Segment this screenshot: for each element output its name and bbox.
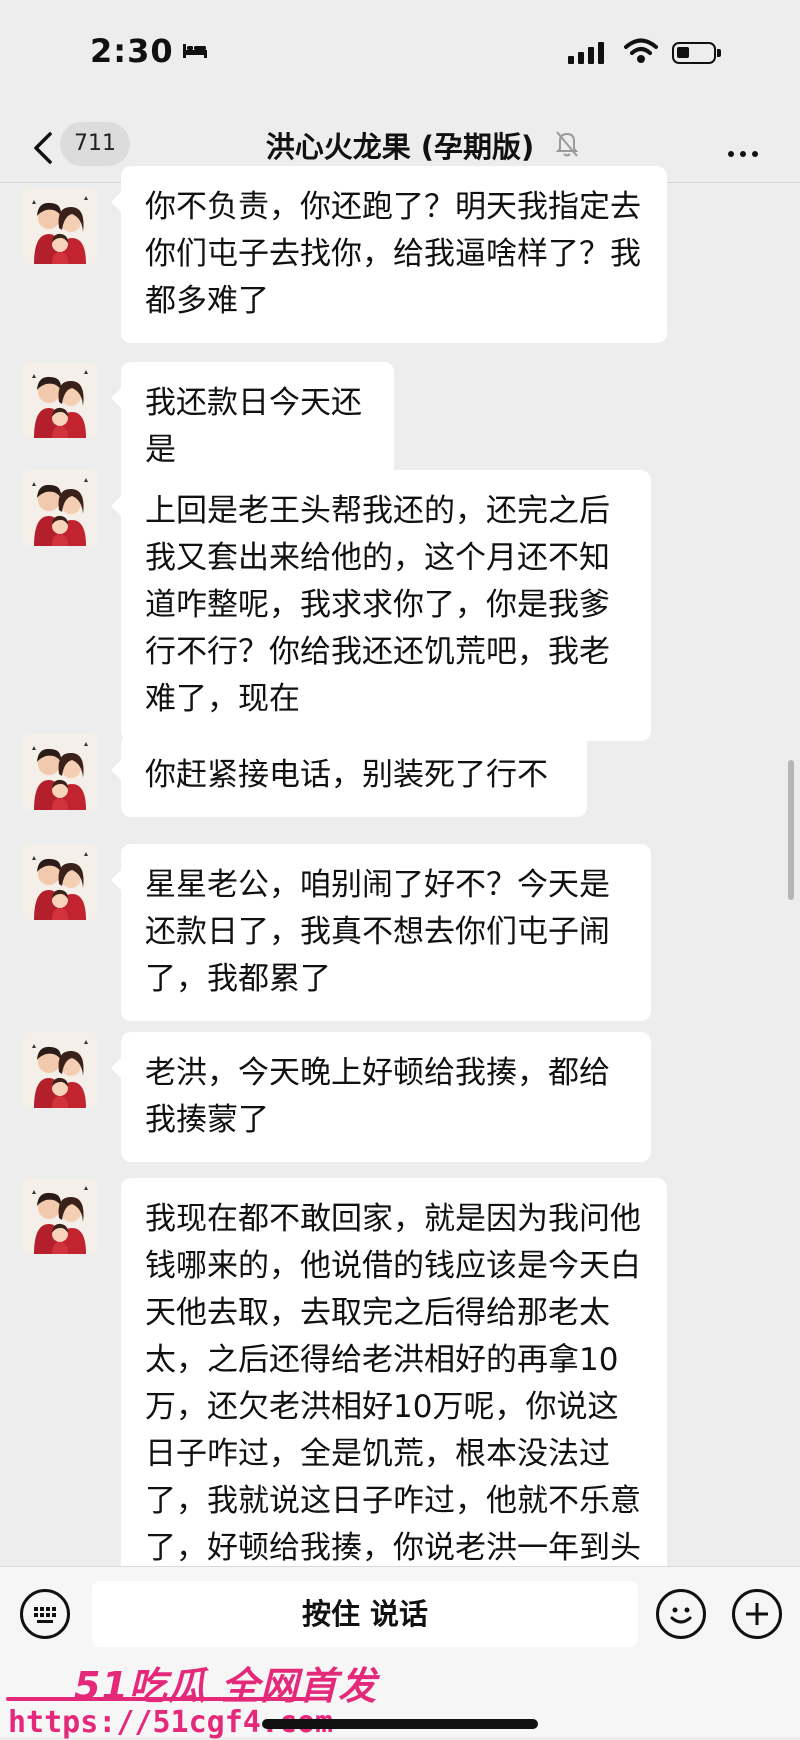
more-actions-button[interactable] — [732, 1589, 782, 1639]
avatar[interactable] — [22, 188, 98, 264]
avatar[interactable] — [22, 844, 98, 920]
watermark-title: 51吃瓜 全网首发 — [74, 1664, 378, 1708]
message-bubble[interactable]: 你赶紧接电话，别装死了行不 — [111, 734, 587, 817]
input-bar: 按住 说话 51吃瓜 全网首发 https://51cgf4.com — [0, 1566, 800, 1740]
cellular-signal-icon — [568, 42, 604, 64]
plus-icon — [746, 1603, 768, 1625]
battery-icon — [672, 42, 721, 64]
status-bar: 2:30 — [0, 0, 800, 110]
status-time: 2:30 — [90, 32, 174, 70]
hold-to-talk-button[interactable]: 按住 说话 — [92, 1581, 638, 1647]
keyboard-icon — [34, 1607, 56, 1623]
smiley-icon — [670, 1607, 692, 1624]
message-bubble[interactable]: 老洪，今天晚上好顿给我揍，都给我揍蒙了 — [111, 1032, 651, 1162]
chat-title: 洪心火龙果 (孕期版) — [265, 130, 535, 164]
scrollbar[interactable] — [788, 760, 794, 900]
more-options-icon[interactable] — [728, 142, 764, 161]
avatar[interactable] — [22, 734, 98, 810]
message-bubble[interactable]: 你不负责，你还跑了？明天我指定去你们屯子去找你，给我逼啥样了？我都多难了 — [111, 166, 667, 343]
message-bubble[interactable]: 我现在都不敢回家，就是因为我问他钱哪来的，他说借的钱应该是今天白天他去取，去取完… — [121, 1178, 667, 1566]
message-bubble[interactable]: 上回是老王头帮我还的，还完之后我又套出来给他的，这个月还不知道咋整呢，我求求你了… — [111, 470, 651, 741]
keyboard-toggle-button[interactable] — [20, 1589, 70, 1639]
avatar[interactable] — [22, 1178, 98, 1254]
home-indicator[interactable] — [262, 1719, 538, 1729]
avatar[interactable] — [22, 1032, 98, 1108]
avatar[interactable] — [22, 362, 98, 438]
emoji-button[interactable] — [656, 1589, 706, 1639]
sleep-focus-icon — [183, 44, 207, 58]
wifi-icon — [624, 38, 658, 63]
avatar[interactable] — [22, 470, 98, 546]
message-bubble[interactable]: 星星老公，咱别闹了好不？今天是还款日了，我真不想去你们屯子闹了，我都累了 — [111, 844, 651, 1021]
watermark-underline — [6, 1697, 306, 1701]
muted-bell-icon — [555, 131, 579, 157]
